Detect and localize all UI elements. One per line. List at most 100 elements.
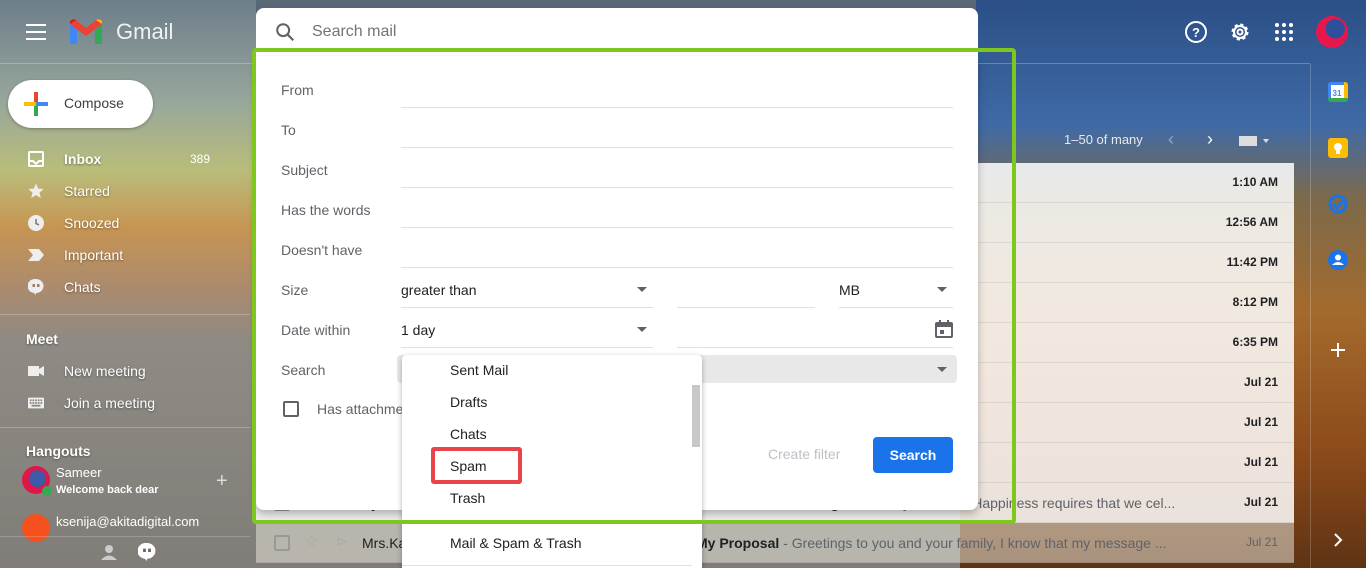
date-input[interactable]: [677, 312, 953, 348]
mail-time: Jul 21: [1243, 455, 1278, 469]
sidebar-item-inbox[interactable]: Inbox 389: [0, 143, 240, 175]
gmail-logo[interactable]: Gmail: [68, 18, 173, 46]
gmail-m-icon: [70, 19, 102, 44]
online-status-icon: [42, 486, 52, 496]
hangouts-heading: Hangouts: [26, 443, 91, 459]
subject-input[interactable]: [401, 158, 951, 182]
account-avatar[interactable]: [1316, 16, 1348, 48]
dropdown-option-chats[interactable]: Chats: [402, 418, 692, 450]
apps-grid-icon[interactable]: [1272, 20, 1296, 44]
keyboard-icon: [28, 397, 44, 409]
option-label: Sent Mail: [450, 362, 509, 378]
inbox-icon: [28, 151, 44, 167]
hangouts-user[interactable]: Sameer Welcome back dear +: [22, 464, 252, 500]
contacts-tab-icon[interactable]: [100, 543, 118, 561]
dropdown-option-drafts[interactable]: Drafts: [402, 386, 692, 418]
input-tools-icon[interactable]: [1239, 135, 1271, 147]
mail-preview: - Greetings to you and your family, I kn…: [779, 535, 1167, 551]
new-meeting-label: New meeting: [64, 363, 146, 379]
dropdown-arrow-icon: [937, 287, 947, 292]
older-page-button[interactable]: ‹: [1168, 129, 1174, 150]
search-in-dropdown: Sent Mail Drafts Chats Spam Trash Mail &…: [402, 355, 702, 568]
important-icon: [28, 249, 44, 261]
compose-label: Compose: [64, 95, 124, 111]
option-label: Mail & Spam & Trash: [450, 535, 582, 551]
sidebar-item-chats[interactable]: Chats: [0, 271, 240, 303]
dropdown-arrow-icon: [637, 287, 647, 292]
mail-time: Jul 21: [1243, 495, 1278, 509]
main-menu-icon[interactable]: [26, 24, 46, 40]
search-icon[interactable]: [274, 21, 296, 43]
subject-label: Subject: [281, 162, 328, 178]
size-operator-select[interactable]: greater than: [401, 272, 653, 308]
date-within-field: Date within 1 day: [281, 312, 953, 348]
dropdown-option-mail-spam-trash[interactable]: Mail & Spam & Trash: [402, 527, 692, 559]
hangouts-tab-icon[interactable]: [138, 543, 156, 561]
newer-page-button[interactable]: ›: [1207, 129, 1213, 150]
size-value-input[interactable]: [677, 272, 815, 308]
has-words-input[interactable]: [401, 198, 951, 222]
sidebar-item-starred[interactable]: Starred: [0, 175, 240, 207]
dropdown-arrow-icon: [937, 367, 947, 372]
sidebar-item-snoozed[interactable]: Snoozed: [0, 207, 240, 239]
join-meeting-button[interactable]: Join a meeting: [0, 387, 240, 419]
date-within-label: Date within: [281, 322, 351, 338]
size-label: Size: [281, 282, 309, 298]
settings-icon[interactable]: [1228, 20, 1252, 44]
dropdown-option-sent-mail[interactable]: Sent Mail: [402, 355, 692, 386]
size-field: Size greater than MB: [281, 272, 953, 308]
sidebar-item-label: Snoozed: [64, 215, 120, 231]
sidebar-item-important[interactable]: Important: [0, 239, 240, 271]
to-input[interactable]: [401, 118, 951, 142]
sidebar-divider: [0, 314, 250, 315]
mail-snippet: My Proposal - Greetings to you and your …: [696, 535, 1167, 551]
size-unit-select[interactable]: MB: [839, 272, 953, 308]
date-within-select[interactable]: 1 day: [401, 312, 653, 348]
important-marker-icon[interactable]: ⊳: [336, 533, 348, 550]
mail-time: 11:42 PM: [1226, 255, 1278, 269]
tasks-icon[interactable]: [1328, 194, 1348, 214]
to-field: To: [281, 112, 953, 148]
from-input[interactable]: [401, 78, 951, 102]
new-meeting-button[interactable]: New meeting: [0, 355, 240, 387]
create-filter-button[interactable]: Create filter: [768, 446, 840, 462]
calendar-picker-icon[interactable]: [935, 320, 953, 338]
has-attachment-checkbox[interactable]: [283, 401, 299, 417]
compose-button[interactable]: Compose: [8, 80, 153, 128]
meet-heading: Meet: [26, 331, 58, 347]
size-operator-value: greater than: [401, 282, 477, 298]
contacts-icon[interactable]: [1328, 250, 1348, 270]
mail-time: 8:12 PM: [1232, 295, 1278, 309]
video-icon: [28, 366, 44, 376]
option-label: Chats: [450, 426, 487, 442]
dropdown-option-trash[interactable]: Trash: [402, 482, 692, 514]
chat-icon: [28, 279, 44, 295]
calendar-icon[interactable]: 31: [1328, 82, 1348, 102]
inbox-unread-count: 389: [190, 152, 211, 166]
star-icon[interactable]: ☆: [304, 532, 319, 552]
search-in-label: Search: [281, 362, 326, 378]
keep-icon[interactable]: [1328, 138, 1348, 158]
search-button[interactable]: Search: [873, 437, 953, 473]
help-icon[interactable]: ?: [1184, 20, 1208, 44]
mail-time: 12:56 AM: [1225, 215, 1278, 229]
svg-text:31: 31: [1333, 89, 1342, 98]
mail-sender: Mrs.Ka: [362, 535, 407, 551]
sidebar-item-label: Inbox: [64, 151, 102, 167]
expand-side-panel-icon[interactable]: [1328, 530, 1348, 550]
search-input[interactable]: [312, 20, 912, 44]
from-label: From: [281, 82, 314, 98]
dropdown-scrollbar[interactable]: [692, 385, 700, 447]
add-contact-icon[interactable]: +: [216, 470, 228, 493]
row-checkbox[interactable]: [274, 535, 290, 551]
option-label: Trash: [450, 490, 486, 506]
doesnt-have-input[interactable]: [401, 238, 951, 262]
compose-plus-icon: [24, 92, 48, 116]
side-panel-divider: [1310, 64, 1311, 568]
dropdown-option-spam[interactable]: Spam: [402, 450, 692, 482]
search-bar: [256, 8, 978, 56]
add-addon-icon[interactable]: [1328, 340, 1348, 360]
from-field: From: [281, 72, 953, 108]
contact-email: ksenija@akitadigital.com: [56, 514, 200, 529]
has-attachment-label: Has attachment: [317, 401, 416, 417]
